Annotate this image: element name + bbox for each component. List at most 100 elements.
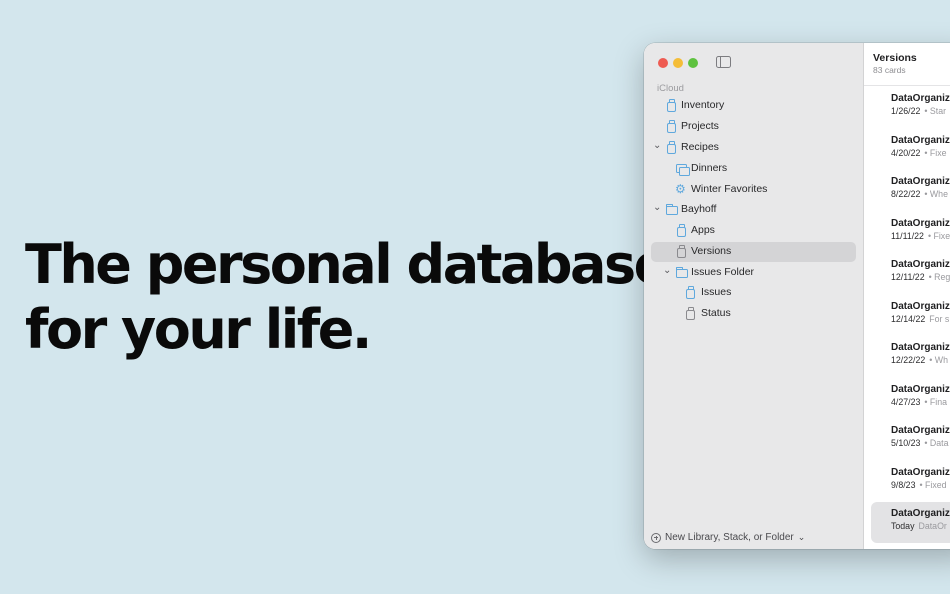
card-meta: 4/20/22 • Fixe (891, 148, 947, 158)
sidebar-item-label: Winter Favorites (691, 183, 768, 195)
new-library-label: New Library, Stack, or Folder (665, 532, 794, 543)
library-icon (677, 224, 686, 237)
library-icon (686, 307, 695, 320)
sidebar-item-label: Issues (701, 286, 732, 298)
card-meta: Today DataOr (891, 521, 947, 531)
card-note: • Data (924, 438, 949, 448)
card-meta: 4/27/23 • Fina (891, 397, 947, 407)
chevron-down-icon: ⌄ (797, 532, 806, 542)
card-date: 12/11/22 (891, 272, 925, 282)
minimize-window-button[interactable] (673, 58, 683, 68)
sidebar-item-issues-folder[interactable]: ⌄ Issues Folder (651, 263, 856, 283)
app-window: iCloud Inventory Projects ⌄ Recipes Dinn… (644, 43, 950, 549)
sidebar-item-label: Dinners (691, 162, 728, 174)
sidebar-item-label: Versions (691, 245, 732, 257)
sidebar-item-label: Bayhoff (681, 203, 717, 215)
card-meta: 1/26/22 • Star (891, 106, 946, 116)
library-icon (667, 120, 676, 133)
card-date: 9/8/23 (891, 479, 916, 490)
card-title: DataOrganize (891, 508, 950, 519)
sidebar-item-issues[interactable]: Issues (651, 283, 856, 303)
card-list-title: Versions (873, 52, 917, 64)
card-title: DataOrganize (891, 425, 950, 436)
sidebar-toggle-icon[interactable] (716, 56, 731, 68)
card-item[interactable]: DataOrganize 9/8/23 • Fixed (871, 461, 950, 502)
sidebar-item-label: Issues Folder (691, 266, 755, 278)
sidebar-item-winter-favorites[interactable]: ⚙ Winter Favorites (651, 180, 856, 200)
chevron-down-icon[interactable]: ⌄ (653, 140, 661, 151)
sidebar-item-inventory[interactable]: Inventory (651, 96, 856, 116)
sidebar-item-label: Projects (681, 120, 719, 132)
sidebar: iCloud Inventory Projects ⌄ Recipes Dinn… (644, 43, 864, 549)
card-list-header: Versions 83 cards (864, 43, 950, 86)
folder-icon (666, 204, 678, 215)
card-date: 5/10/23 (891, 438, 921, 448)
library-icon (686, 286, 695, 299)
card-item[interactable]: DataOrganize 11/11/22 • Fixe (871, 212, 950, 253)
card-note: • Whe (924, 189, 948, 199)
card-item[interactable]: DataOrganize Today DataOr (871, 502, 950, 543)
sidebar-item-status[interactable]: Status (651, 304, 856, 324)
card-note: • Star (924, 106, 947, 116)
card-title: DataOrganize (891, 217, 950, 229)
headline-line-1: The personal database (25, 233, 670, 296)
sidebar-item-versions[interactable]: Versions (651, 242, 856, 262)
card-item[interactable]: DataOrganize 5/10/23 • Data (871, 419, 950, 460)
card-item[interactable]: DataOrganize 12/22/22 • Wh (871, 336, 950, 377)
card-item[interactable]: DataOrganize 12/14/22 For s (871, 295, 950, 336)
card-title: DataOrganize (891, 466, 950, 478)
card-date: 8/22/22 (891, 189, 921, 199)
card-note: • Fixe (927, 230, 950, 241)
card-note: • Wh (929, 355, 948, 365)
sidebar-item-apps[interactable]: Apps (651, 221, 856, 241)
card-date: 4/27/23 (891, 396, 921, 407)
card-title: DataOrganize (891, 176, 950, 187)
chevron-down-icon[interactable]: ⌄ (653, 202, 661, 213)
folder-icon (676, 267, 688, 278)
card-item[interactable]: DataOrganize 4/20/22 • Fixe (871, 129, 950, 170)
library-icon (667, 99, 676, 112)
card-date: 12/14/22 (891, 313, 926, 324)
library-icon (667, 141, 676, 154)
card-meta: 8/22/22 • Whe (891, 189, 948, 199)
sidebar-item-label: Status (701, 307, 731, 319)
card-item[interactable]: DataOrganize 8/22/22 • Whe (871, 170, 950, 211)
sidebar-item-dinners[interactable]: Dinners (651, 159, 856, 179)
card-item[interactable]: DataOrganize 1/26/22 • Star (871, 87, 950, 128)
card-meta: 12/14/22 For s (891, 314, 949, 324)
card-note: • Fina (924, 396, 947, 407)
card-item[interactable]: DataOrganize 4/27/23 • Fina (871, 378, 950, 419)
card-date: 1/26/22 (891, 106, 921, 116)
card-item[interactable]: DataOrganize 12/11/22 • Reg (871, 253, 950, 294)
gear-icon: ⚙ (675, 182, 686, 196)
sidebar-item-bayhoff[interactable]: ⌄ Bayhoff (651, 200, 856, 220)
headline-line-2: for your life. (25, 298, 372, 361)
card-meta: 5/10/23 • Data (891, 438, 948, 448)
card-date: Today (891, 521, 915, 531)
chevron-down-icon[interactable]: ⌄ (663, 265, 671, 276)
close-window-button[interactable] (658, 58, 668, 68)
card-meta: 11/11/22 • Fixe (891, 231, 950, 241)
card-meta: 9/8/23 • Fixed (891, 480, 947, 490)
card-date: 12/22/22 (891, 355, 926, 365)
sidebar-item-label: Apps (691, 224, 715, 236)
card-note: • Fixe (924, 147, 947, 158)
zoom-window-button[interactable] (688, 58, 698, 68)
card-count: 83 cards (873, 65, 906, 75)
card-note: DataOr (918, 521, 947, 531)
card-title: DataOrganize (891, 300, 950, 312)
card-title: DataOrganize (891, 259, 950, 270)
card-note: • Fixed (919, 479, 947, 490)
stack-icon (676, 164, 690, 176)
new-library-button[interactable]: New Library, Stack, or Folder ⌄ (651, 532, 805, 543)
card-date: 4/20/22 (891, 147, 921, 158)
sidebar-item-projects[interactable]: Projects (651, 117, 856, 137)
card-date: 11/11/22 (891, 230, 924, 241)
card-note: • Reg (928, 272, 950, 282)
sidebar-item-label: Inventory (681, 99, 725, 111)
library-icon (677, 245, 686, 258)
card-title: DataOrganize (891, 134, 950, 146)
card-meta: 12/22/22 • Wh (891, 355, 948, 365)
headline: The personal database for your life. (25, 232, 670, 362)
sidebar-item-recipes[interactable]: ⌄ Recipes (651, 138, 856, 158)
